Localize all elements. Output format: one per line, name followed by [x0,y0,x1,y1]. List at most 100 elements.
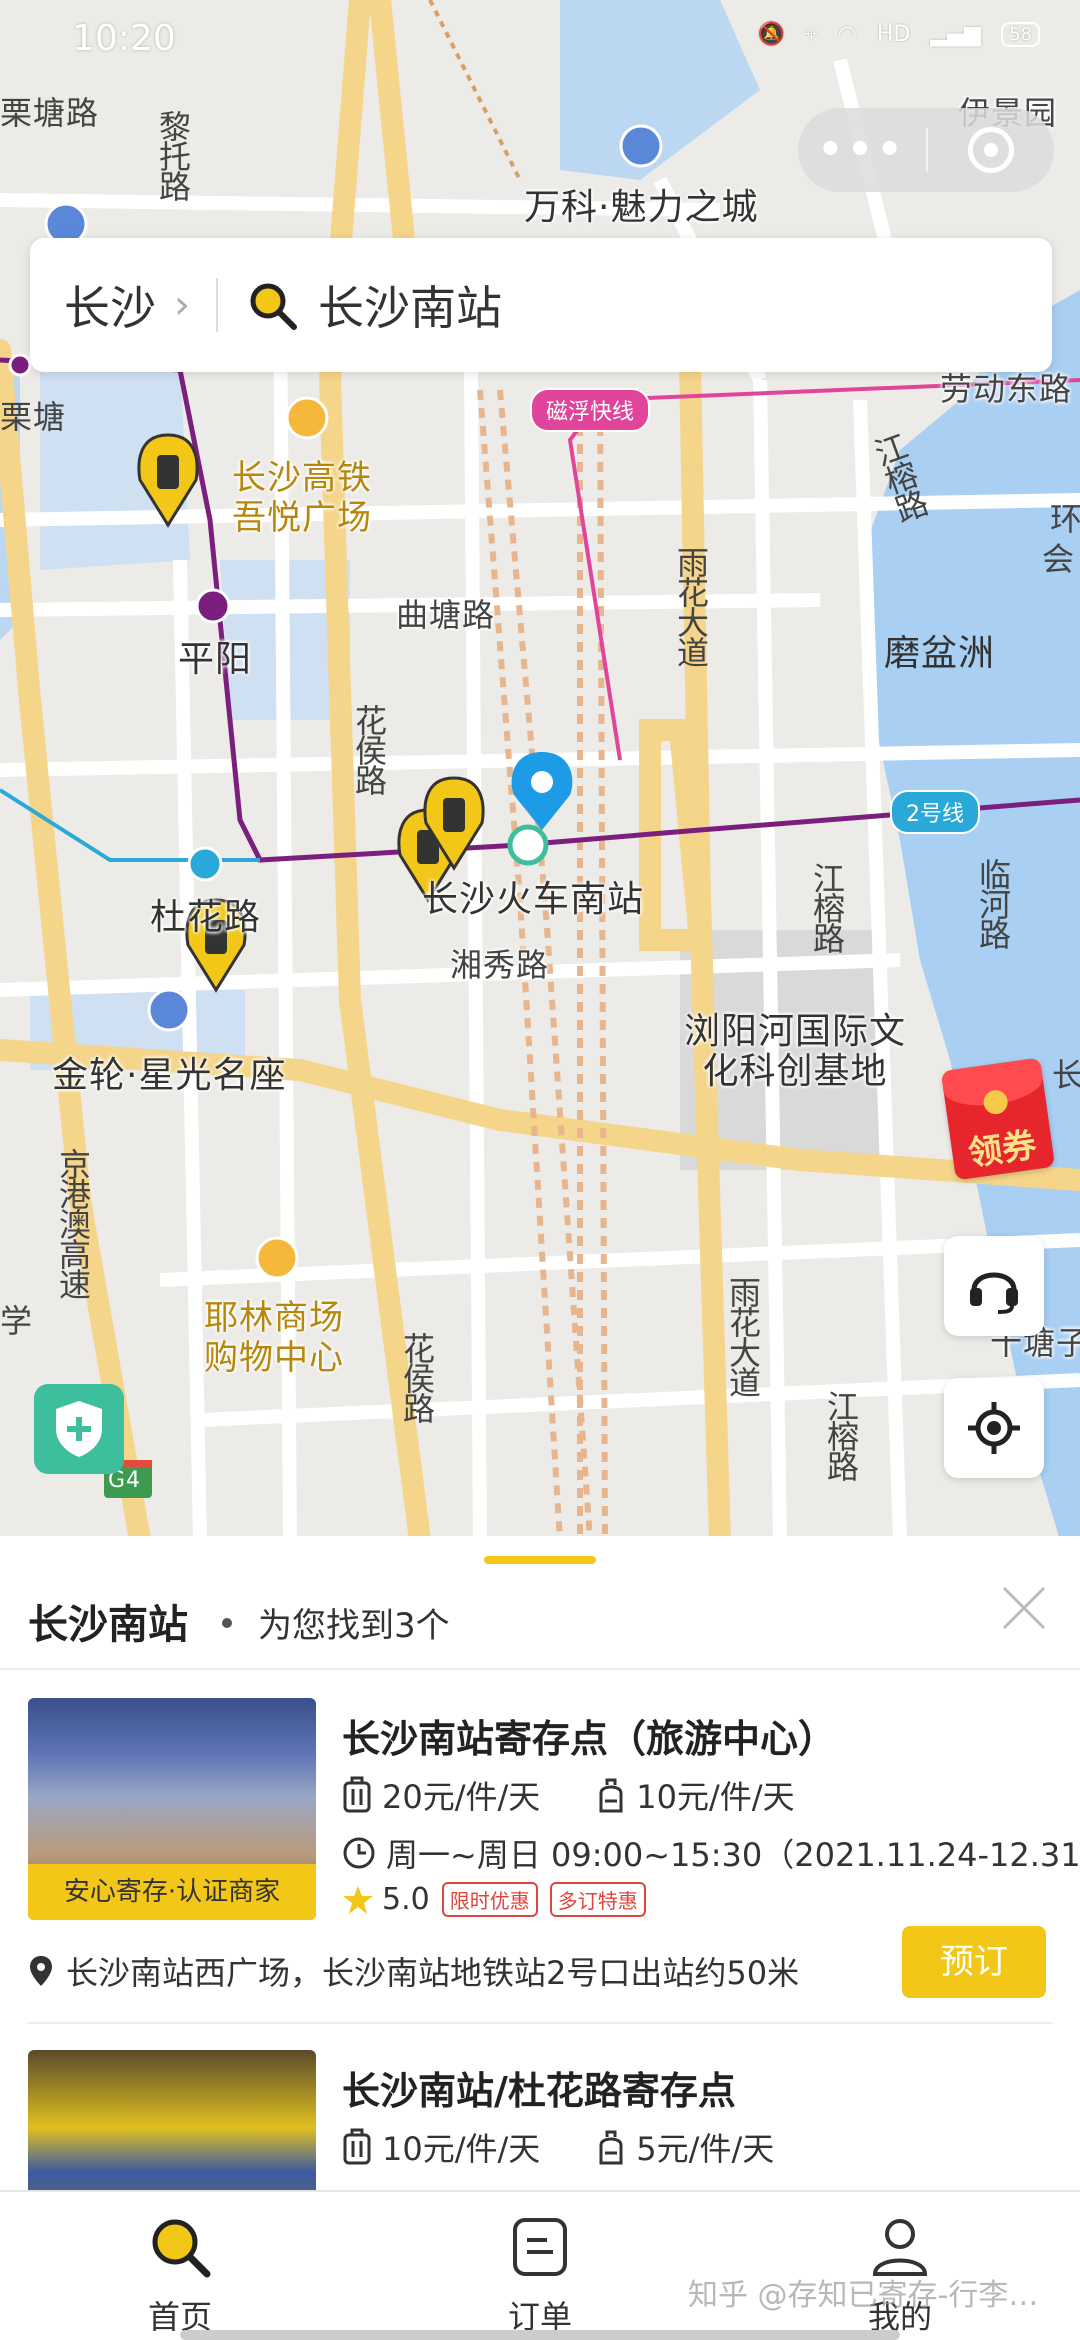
sheet-title: 长沙南站 [28,1602,188,1648]
rating-row: 5.0 限时优惠 多订特惠 [342,1882,646,1917]
suitcase-price: 10元/件/天 [382,2130,541,2168]
store-address: 长沙南站西广场，长沙南站地铁站2号口出站约50米 [66,1954,800,1992]
map-label: 黎托路 [154,110,192,200]
map-label: 栗塘路 [0,94,100,132]
map-label: 学 [0,1302,34,1340]
metro-station-label: 杜花路 [150,897,262,938]
map-label: 京港澳高速 [54,1148,92,1298]
watermark: 知乎 @存知已寄存-行李… [688,2278,1039,2313]
mute-icon: 🔕 [757,22,786,47]
bag-price: 10元/件/天 [636,1778,795,1816]
map-label: 江榕路 [822,1390,860,1480]
status-bar: 10:20 🔕 ⌖ ◠ HD ▂▄▆ 58 [0,0,1080,80]
sheet-drag-handle[interactable] [484,1556,596,1564]
map-label: 湘秀路 [450,946,550,984]
chevron-right-icon: › [174,282,190,328]
customer-service-button[interactable] [944,1236,1044,1336]
map-label: 会 [1042,540,1076,578]
map-label: 临河路 [974,858,1012,948]
map-label: 花侯路 [398,1332,436,1422]
maglev-line-badge: 磁浮快线 [530,388,651,432]
coupon-label: 领券 [965,1125,1039,1175]
search-icon [152,2219,211,2278]
opening-hours: 周一~周日 09:00~15:30（2021.11.24-12.31… [386,1836,1080,1874]
hd-icon: HD [876,22,911,47]
map-view[interactable]: 栗塘路 栗塘 伊景园 万科·魅力之城 黎托路 磁浮快线 劳动东路 长沙高铁吾悦广… [0,0,1080,1540]
promo-tag: 多订特惠 [549,1882,646,1917]
suitcase-price: 20元/件/天 [382,1778,541,1816]
suitcase-icon [343,1776,371,1813]
divider [28,2022,1052,2024]
wifi-icon: ◠ [837,22,857,47]
more-button[interactable]: ••• [798,127,926,173]
close-miniprogram-button[interactable] [928,127,1054,173]
battery-icon: 58 [1001,22,1040,47]
store-name: 长沙南站寄存点（旅游中心） [342,1717,837,1761]
price-row: 20元/件/天 10元/件/天 [342,1772,795,1818]
map-label: 江榕路 [808,862,846,952]
tab-home[interactable]: 首页 [100,2214,260,2338]
map-label: 花侯路 [350,704,388,794]
order-icon [513,2218,567,2276]
metro-station-label: 长沙火车南站 [422,879,645,920]
status-icons: 🔕 ⌖ ◠ HD ▂▄▆ 58 [758,22,1040,47]
map-label: 金轮·星光名座 [52,1055,287,1096]
suitcase-icon [343,2128,371,2165]
shield-plus-icon [56,1401,102,1457]
coupon-button[interactable]: 领券 [940,1057,1068,1186]
separator-dot [222,1618,232,1628]
map-pin-icon [30,1956,52,1986]
insurance-button[interactable] [34,1384,124,1474]
metro-line-badge: 2号线 [890,790,980,834]
store-card[interactable]: 安心寄存·认证商家 长沙南站寄存点（旅游中心） 20元/件/天 10元/件/天 [0,1698,1080,2016]
map-label: 磨盆洲 [884,633,996,674]
store-name: 长沙南站/杜花路寄存点 [342,2069,736,2113]
signal-icon: ▂▄▆ [930,22,982,47]
close-icon[interactable] [998,1582,1050,1634]
map-label: 曲塘路 [396,596,496,634]
certified-ribbon: 安心寄存·认证商家 [28,1864,316,1920]
headset-icon [970,1272,1018,1314]
price-row: 10元/件/天 5元/件/天 [342,2124,774,2170]
status-time: 10:20 [72,18,176,59]
map-label: 栗塘 [0,398,67,436]
star-icon [343,1885,373,1914]
result-count: 为您找到3个 [258,1606,450,1646]
map-label: 万科·魅力之城 [524,187,759,228]
map-label: 雨花大道 [724,1276,762,1396]
hours-row: 周一~周日 09:00~15:30（2021.11.24-12.31… [342,1830,1080,1876]
tab-orders[interactable]: 订单 [460,2214,620,2338]
map-canvas [0,0,1080,1540]
target-icon [968,127,1014,173]
backpack-icon [599,1778,623,1813]
crosshair-icon [968,1402,1020,1454]
store-thumbnail [28,2050,316,2190]
divider [216,278,218,332]
search-input[interactable]: 长沙南站 [318,272,502,338]
location-icon: ⌖ [805,22,818,47]
poi-label: 耶林商场购物中心 [204,1298,344,1378]
backpack-icon [599,2130,623,2165]
clock-icon [343,1837,375,1869]
search-bar: 长沙 › 长沙南站 [30,238,1052,372]
address-row: 长沙南站西广场，长沙南站地铁站2号口出站约50米 [28,1948,799,1994]
city-selector[interactable]: 长沙 [64,272,156,338]
metro-station-label: 平阳 [178,639,253,680]
home-indicator [180,2330,900,2340]
divider [0,1668,1080,1670]
poi-label: 长沙高铁吾悦广场 [232,458,372,538]
store-card[interactable]: 长沙南站/杜花路寄存点 10元/件/天 5元/件/天 [0,2050,1080,2190]
locate-me-button[interactable] [944,1378,1044,1478]
rating-score: 5.0 [382,1882,430,1917]
store-thumbnail: 安心寄存·认证商家 [28,1698,316,1920]
results-sheet: 长沙南站 为您找到3个 安心寄存·认证商家 长沙南站寄存点（旅游中心） 20元/… [0,1536,1080,2190]
map-label: 雨花大道 [672,546,710,666]
book-button[interactable]: 预订 [902,1926,1046,1998]
bag-price: 5元/件/天 [636,2130,775,2168]
search-icon [250,283,297,330]
red-envelope-icon: 领券 [940,1057,1056,1181]
promo-tag: 限时优惠 [441,1882,538,1917]
map-label: 浏阳河国际文化科创基地 [683,1011,906,1092]
tab-bar: 首页 订单 我的 [0,2190,1080,2340]
miniprogram-capsule: ••• [798,108,1054,192]
